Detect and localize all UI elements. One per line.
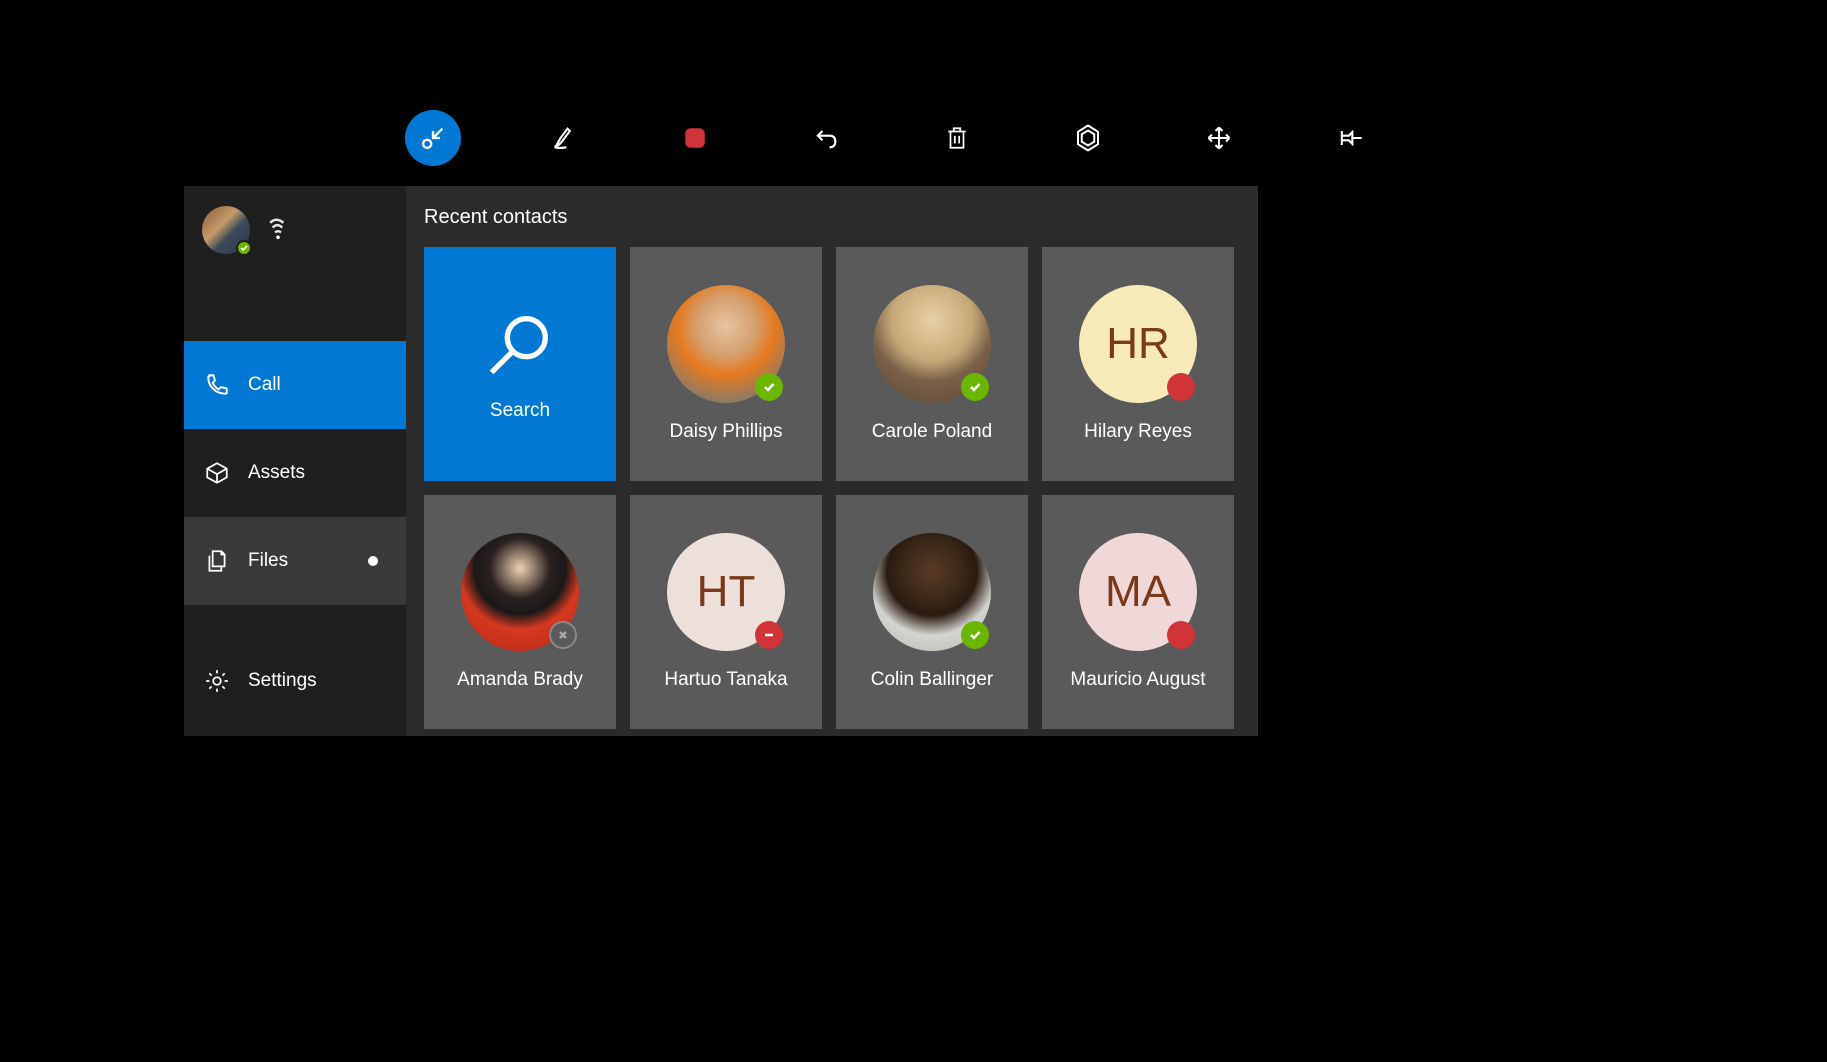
toolbar xyxy=(405,110,1378,166)
contact-avatar: HR xyxy=(1079,285,1197,403)
contact-name: Carole Poland xyxy=(872,421,992,443)
sidebar-footer: Settings xyxy=(184,646,406,736)
contact-tile-amanda[interactable]: Amanda Brady xyxy=(424,495,616,729)
contact-tile-hartuo[interactable]: HT Hartuo Tanaka xyxy=(630,495,822,729)
presence-busy-icon xyxy=(1167,373,1195,401)
contact-tile-carole[interactable]: Carole Poland xyxy=(836,247,1028,481)
sidebar-item-files[interactable]: Files xyxy=(184,517,406,605)
sidebar-item-assets[interactable]: Assets xyxy=(184,429,406,517)
stop-icon xyxy=(682,125,708,151)
sidebar-call-label: Call xyxy=(248,374,281,396)
contact-avatar xyxy=(873,533,991,651)
user-avatar[interactable] xyxy=(202,206,250,254)
undo-button[interactable] xyxy=(798,110,854,166)
move-button[interactable] xyxy=(1191,110,1247,166)
contact-tile-colin[interactable]: Colin Ballinger xyxy=(836,495,1028,729)
sidebar-nav: Call Assets Files xyxy=(184,341,406,646)
sidebar: Call Assets Files xyxy=(184,186,406,736)
move-icon xyxy=(1205,124,1233,152)
phone-icon xyxy=(204,372,230,398)
pen-button[interactable] xyxy=(536,110,592,166)
collapse-button[interactable] xyxy=(405,110,461,166)
contact-name: Mauricio August xyxy=(1070,669,1205,691)
app-window: Call Assets Files xyxy=(184,186,1258,736)
sidebar-files-label: Files xyxy=(248,550,288,572)
contact-tile-hilary[interactable]: HR Hilary Reyes xyxy=(1042,247,1234,481)
collapse-icon xyxy=(419,124,447,152)
sidebar-assets-label: Assets xyxy=(248,462,305,484)
trash-icon xyxy=(944,125,970,151)
files-icon xyxy=(204,548,230,574)
presence-available-icon xyxy=(961,621,989,649)
pin-icon xyxy=(1336,124,1364,152)
contact-avatar xyxy=(667,285,785,403)
presence-available-icon xyxy=(961,373,989,401)
avatar-initials: MA xyxy=(1105,567,1171,617)
contact-name: Colin Ballinger xyxy=(871,669,994,691)
presence-busy-icon xyxy=(1167,621,1195,649)
search-tile[interactable]: Search xyxy=(424,247,616,481)
sidebar-header xyxy=(184,186,406,341)
pen-icon xyxy=(550,124,578,152)
sidebar-item-settings[interactable]: Settings xyxy=(184,646,406,716)
settings-hex-button[interactable] xyxy=(1060,110,1116,166)
avatar-initials: HR xyxy=(1106,319,1170,369)
contact-tile-mauricio[interactable]: MA Mauricio August xyxy=(1042,495,1234,729)
gear-icon xyxy=(204,668,230,694)
contacts-grid: Search Daisy Phillips xyxy=(424,247,1240,729)
contact-name: Daisy Phillips xyxy=(670,421,783,443)
stop-button[interactable] xyxy=(667,110,723,166)
pin-button[interactable] xyxy=(1322,110,1378,166)
presence-offline-icon xyxy=(549,621,577,649)
presence-available-icon xyxy=(236,240,252,256)
presence-available-icon xyxy=(755,373,783,401)
presence-busy-icon xyxy=(755,621,783,649)
search-icon xyxy=(482,306,558,382)
sidebar-settings-label: Settings xyxy=(248,670,317,692)
contact-avatar xyxy=(873,285,991,403)
contact-name: Hilary Reyes xyxy=(1084,421,1192,443)
main-panel: Recent contacts Search Daisy Phillips xyxy=(406,186,1258,736)
delete-button[interactable] xyxy=(929,110,985,166)
hexagon-icon xyxy=(1073,123,1103,153)
box-icon xyxy=(204,460,230,486)
contact-name: Amanda Brady xyxy=(457,669,583,691)
avatar-initials: HT xyxy=(697,567,756,617)
sidebar-item-call[interactable]: Call xyxy=(184,341,406,429)
undo-icon xyxy=(812,124,840,152)
contact-avatar xyxy=(461,533,579,651)
section-title: Recent contacts xyxy=(424,206,1240,229)
contact-name: Hartuo Tanaka xyxy=(664,669,787,691)
notification-dot-icon xyxy=(368,556,378,566)
search-label: Search xyxy=(490,400,550,422)
contact-tile-daisy[interactable]: Daisy Phillips xyxy=(630,247,822,481)
contact-avatar: HT xyxy=(667,533,785,651)
wifi-icon xyxy=(266,218,296,247)
contact-avatar: MA xyxy=(1079,533,1197,651)
